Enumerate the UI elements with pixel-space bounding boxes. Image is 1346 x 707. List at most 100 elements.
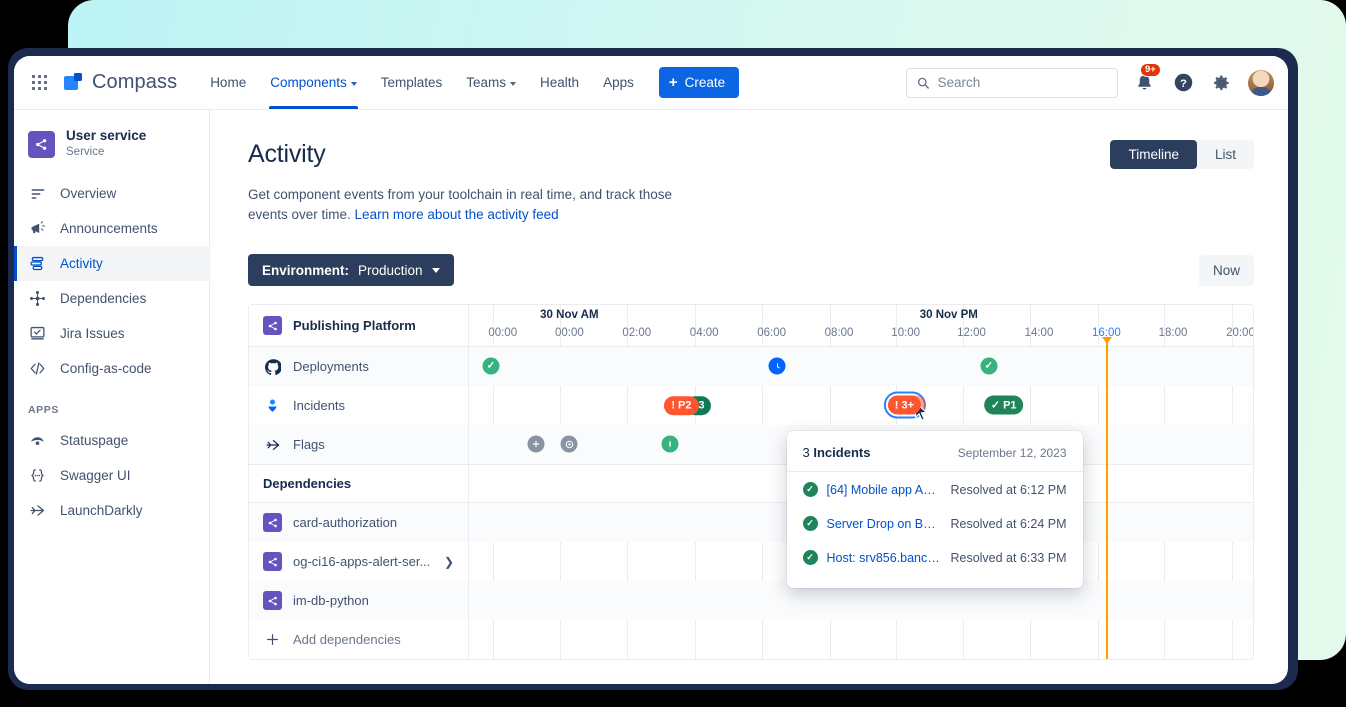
timeline-tick: 04:00 — [690, 327, 719, 339]
flag-event-created[interactable] — [528, 436, 545, 453]
app-switcher-icon[interactable] — [22, 66, 56, 100]
swagger-icon — [28, 467, 47, 484]
popup-incident-label[interactable]: [64] Mobile app API: Requ... — [827, 483, 942, 497]
deployment-event-pending[interactable] — [769, 358, 786, 375]
statuspage-icon — [28, 432, 47, 449]
now-marker-tip — [1102, 337, 1112, 344]
search-input[interactable] — [937, 75, 1107, 90]
megaphone-icon — [28, 220, 47, 237]
timeline-row-label: Incidents — [293, 398, 345, 413]
popup-incident-label[interactable]: Host: srv856.bancly.com... — [827, 551, 942, 565]
check-circle-icon: ✓ — [803, 516, 818, 531]
user-avatar[interactable] — [1248, 70, 1274, 96]
chevron-down-icon — [432, 268, 440, 273]
timeline-row-og-ci16-apps-alert-service[interactable]: og-ci16-apps-alert-ser... ❯ — [249, 542, 468, 581]
notifications-button[interactable]: 9+ — [1131, 70, 1157, 96]
dependencies-icon — [28, 290, 47, 307]
incident-cluster-selected[interactable]: ! 3+ — [884, 392, 926, 419]
timeline-row-deployments[interactable]: Deployments — [249, 347, 468, 386]
timeline-row-im-db-python[interactable]: im-db-python — [249, 581, 468, 620]
sidebar-section-apps: APPS — [14, 386, 209, 423]
timeline-row-label: og-ci16-apps-alert-ser... — [293, 554, 430, 569]
incident-event-p2[interactable]: 3 ! P2 — [664, 395, 698, 415]
component-icon — [263, 552, 282, 571]
check-circle-icon: ✓ — [803, 482, 818, 497]
top-navigation-bar: Compass Home Components Templates Teams — [14, 56, 1288, 110]
timeline-row-card-authorization[interactable]: card-authorization — [249, 503, 468, 542]
incident-priority-label: P2 — [678, 399, 691, 411]
sidebar-item-statuspage[interactable]: Statuspage — [14, 423, 209, 458]
nav-item-health[interactable]: Health — [529, 56, 590, 109]
search-icon — [917, 76, 929, 90]
timeline-tick: 18:00 — [1159, 327, 1188, 339]
alert-icon: ! — [671, 399, 675, 411]
deployment-event-success[interactable]: ✓ — [980, 358, 997, 375]
incident-cluster-count: 3+ — [901, 399, 914, 411]
add-dependencies-button[interactable]: Add dependencies — [249, 620, 468, 659]
sidebar-item-dependencies[interactable]: Dependencies — [14, 281, 209, 316]
nav-item-apps[interactable]: Apps — [592, 56, 645, 109]
settings-button[interactable] — [1209, 70, 1235, 96]
app-body: User service Service Overview Announceme… — [14, 110, 1288, 684]
check-circle-icon: ✓ — [482, 358, 499, 375]
nav-item-label: Home — [210, 75, 246, 90]
incident-details-popup[interactable]: 3 Incidents September 12, 2023 ✓ [64] Mo… — [787, 431, 1083, 588]
timeline-header: 30 Nov AM 30 Nov PM 00:00 00:00 02:00 04… — [469, 305, 1253, 347]
sidebar-item-label: Overview — [60, 186, 116, 201]
github-icon — [263, 359, 282, 375]
popup-incident-row[interactable]: ✓ [64] Mobile app API: Requ... Resolved … — [787, 472, 1083, 506]
sidebar-item-overview[interactable]: Overview — [14, 176, 209, 211]
tab-list[interactable]: List — [1197, 140, 1254, 169]
sidebar-item-jira-issues[interactable]: Jira Issues — [14, 316, 209, 351]
help-button[interactable]: ? — [1170, 70, 1196, 96]
flag-event-toggled[interactable] — [561, 436, 578, 453]
sidebar-item-swagger-ui[interactable]: Swagger UI — [14, 458, 209, 493]
environment-value: Production — [358, 263, 423, 278]
popup-incident-row[interactable]: ✓ Host: srv856.bancly.com... Resolved at… — [787, 540, 1083, 574]
timeline-row-label: card-authorization — [293, 515, 397, 530]
compass-logo-link[interactable]: Compass — [64, 71, 177, 94]
nav-item-teams[interactable]: Teams — [455, 56, 527, 109]
nav-item-templates[interactable]: Templates — [370, 56, 454, 109]
popup-incident-label[interactable]: Server Drop on Banc.ly Fr... — [827, 517, 942, 531]
timeline-canvas[interactable]: 30 Nov AM 30 Nov PM 00:00 00:00 02:00 04… — [469, 305, 1253, 659]
flag-event-enabled[interactable] — [661, 436, 678, 453]
popup-incident-count: 3 — [803, 445, 810, 460]
environment-filter-button[interactable]: Environment: Production — [248, 254, 454, 286]
popup-incident-row[interactable]: ✓ Server Drop on Banc.ly Fr... Resolved … — [787, 506, 1083, 540]
create-button[interactable]: + Create — [659, 67, 739, 98]
sidebar-component-header[interactable]: User service Service — [14, 124, 209, 176]
timeline-tick: 00:00 — [555, 327, 584, 339]
popup-header: 3 Incidents September 12, 2023 — [787, 431, 1083, 472]
timeline-row-flags[interactable]: Flags — [249, 425, 468, 464]
chevron-down-icon — [351, 82, 357, 86]
incident-event-p1-resolved[interactable]: ✓ P1 — [984, 396, 1024, 415]
sidebar-item-label: Announcements — [60, 221, 158, 236]
popup-incident-status: Resolved at 6:12 PM — [950, 483, 1066, 497]
sidebar-item-activity[interactable]: Activity — [14, 246, 209, 281]
tab-timeline[interactable]: Timeline — [1110, 140, 1197, 169]
sidebar-item-announcements[interactable]: Announcements — [14, 211, 209, 246]
nav-item-home[interactable]: Home — [199, 56, 257, 109]
timeline-row-publishing-platform[interactable]: Publishing Platform — [249, 305, 468, 347]
incident-resolved-pill: ✓ P1 — [984, 396, 1024, 415]
component-icon — [28, 131, 55, 158]
target-circle-icon — [561, 436, 578, 453]
search-box[interactable] — [906, 68, 1118, 98]
timeline-row-label: Add dependencies — [293, 632, 401, 647]
deployment-event-success[interactable]: ✓ — [482, 358, 499, 375]
top-nav-right-actions: 9+ ? — [906, 68, 1274, 98]
timeline-tick: 02:00 — [622, 327, 651, 339]
timeline-row-incidents[interactable]: Incidents — [249, 386, 468, 425]
popup-date: September 12, 2023 — [958, 446, 1067, 460]
chevron-right-icon[interactable]: ❯ — [444, 555, 454, 569]
list-icon — [28, 186, 47, 202]
flag-on-icon — [661, 436, 678, 453]
timeline-toolbar: Environment: Production Now — [248, 254, 1254, 286]
sidebar-item-config-as-code[interactable]: Config-as-code — [14, 351, 209, 386]
now-button[interactable]: Now — [1199, 255, 1254, 286]
popup-title-text: Incidents — [813, 445, 870, 460]
nav-item-components[interactable]: Components — [259, 56, 368, 109]
learn-more-link[interactable]: Learn more about the activity feed — [355, 207, 559, 222]
sidebar-item-launchdarkly[interactable]: LaunchDarkly — [14, 493, 209, 528]
